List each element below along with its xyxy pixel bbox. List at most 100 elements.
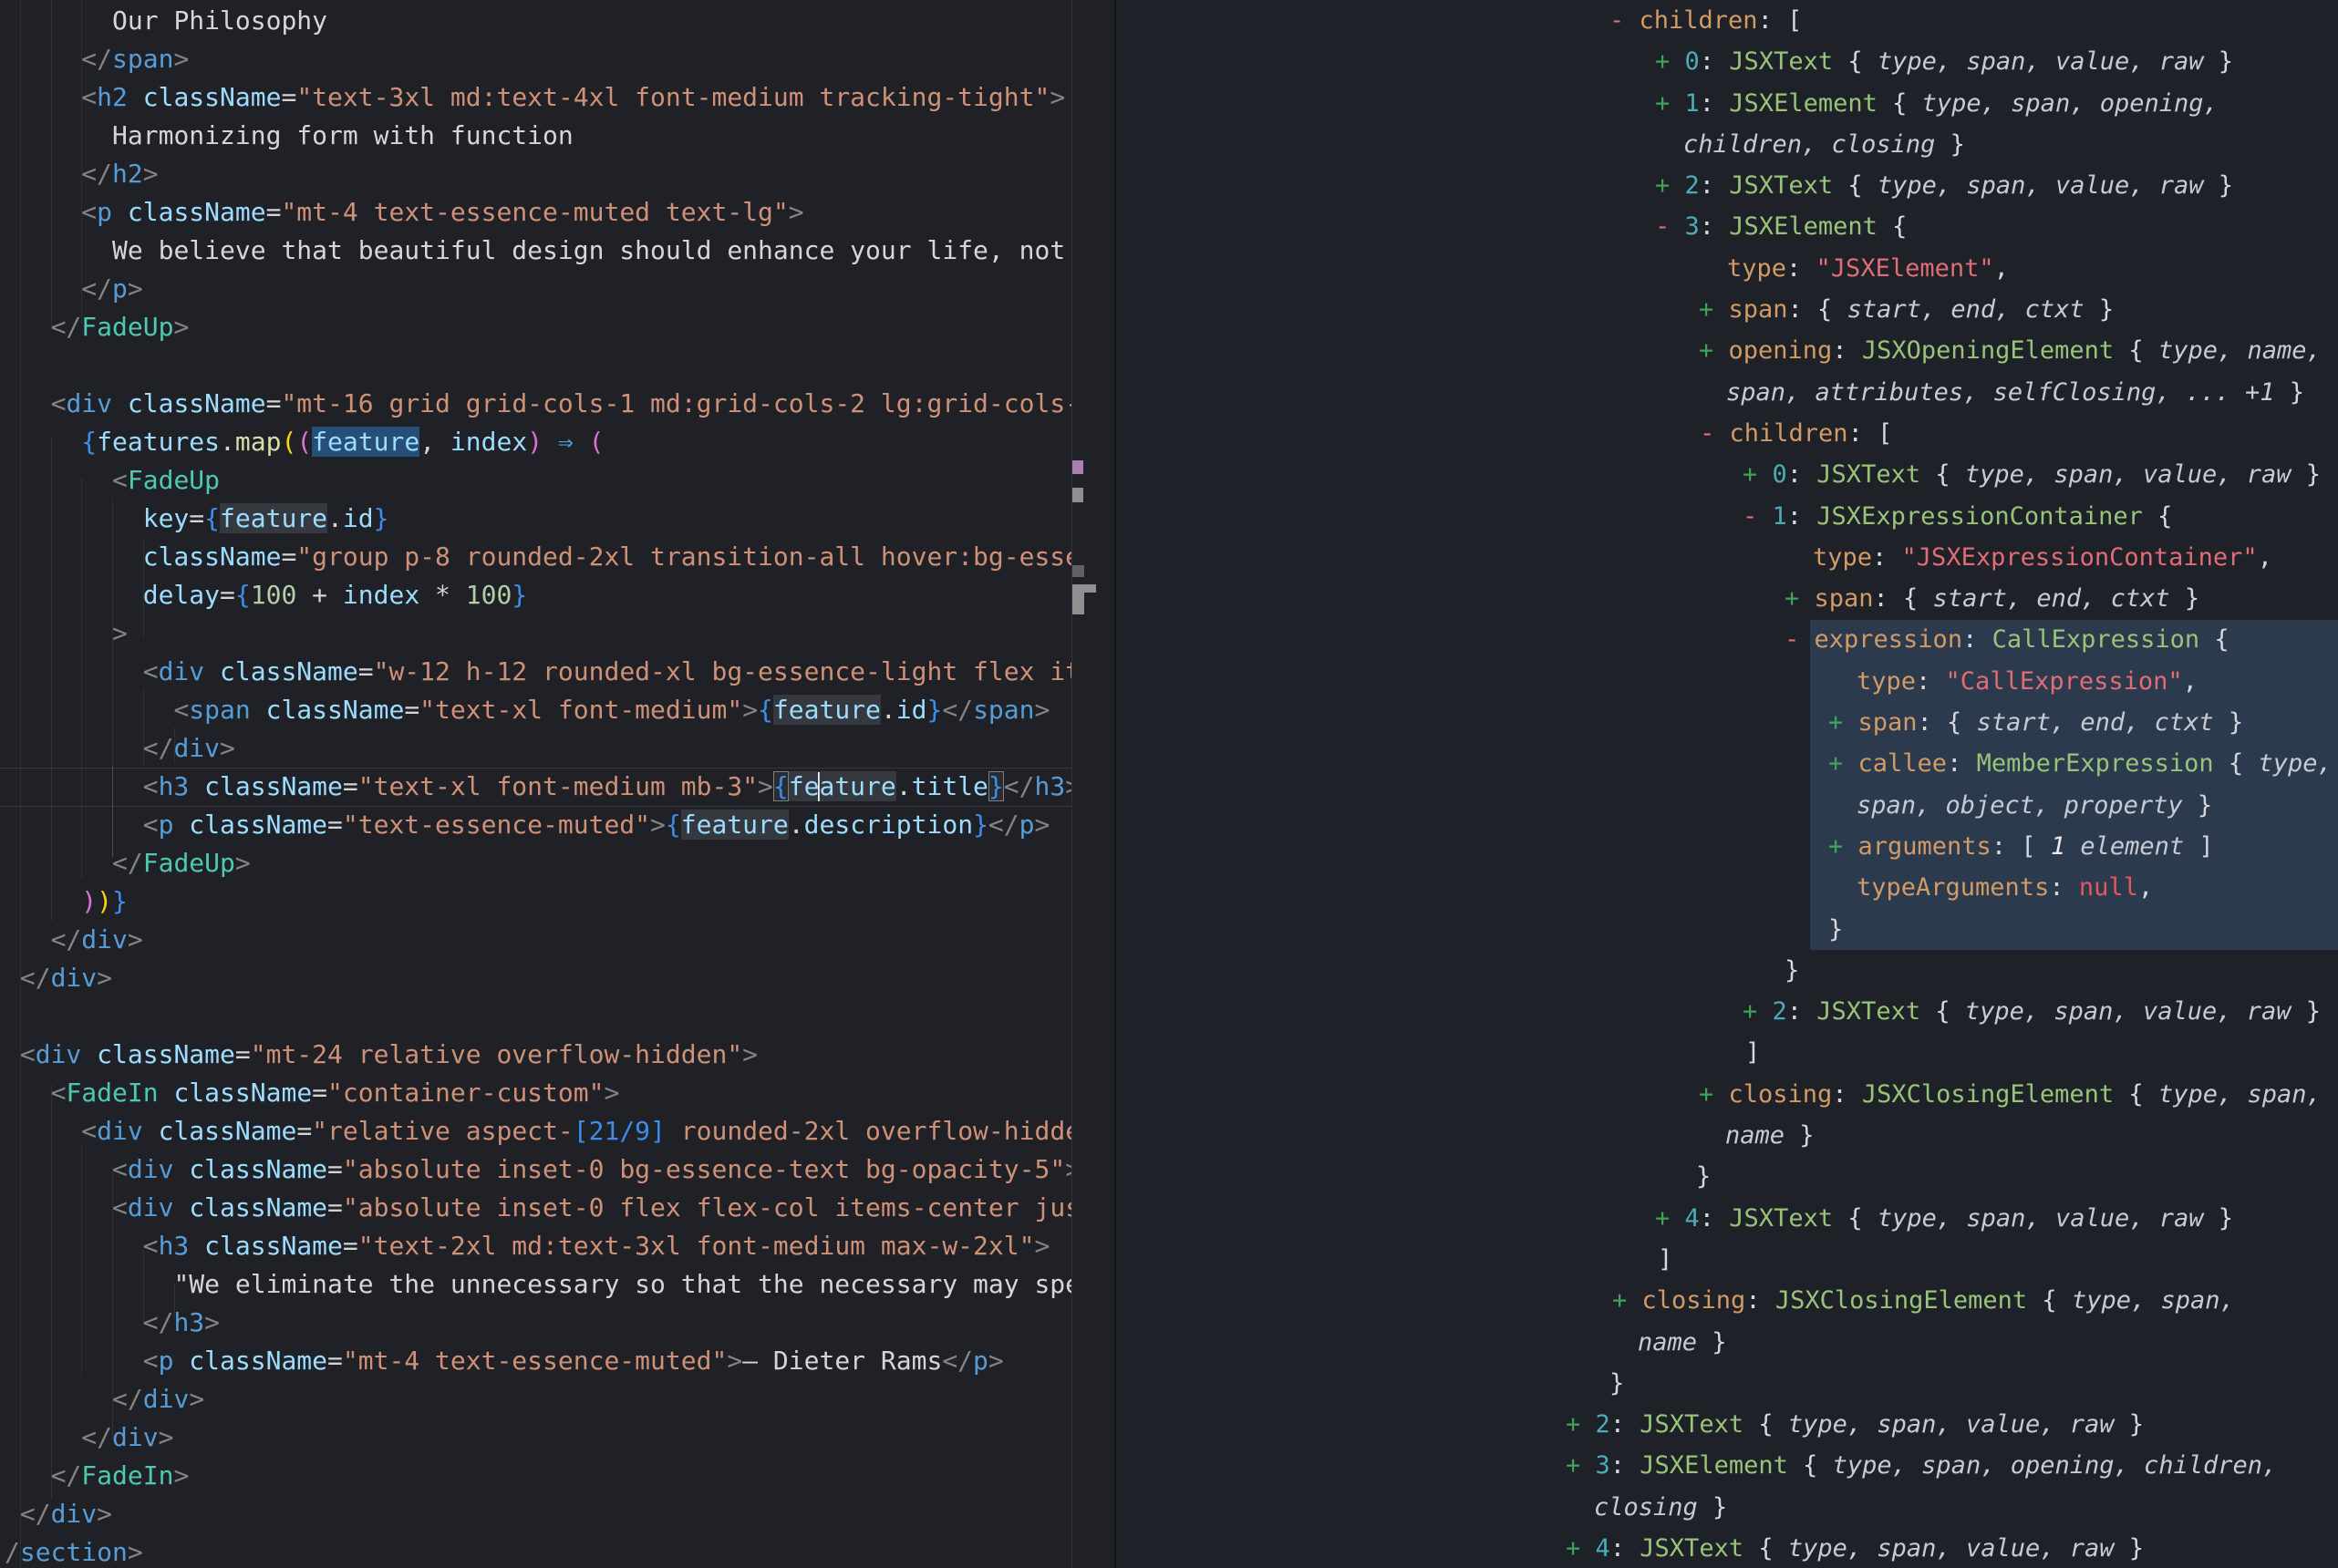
code-line[interactable]: /section>	[5, 1533, 1071, 1568]
code-line[interactable]: <span className="text-xl font-medium">{f…	[5, 691, 1071, 729]
ast-line[interactable]: }	[1116, 909, 2338, 950]
code-line[interactable]: <p className="mt-4 text-essence-muted">—…	[5, 1342, 1071, 1380]
ast-line[interactable]: ]	[1116, 1239, 2338, 1280]
expand-icon[interactable]: +	[1743, 997, 1773, 1026]
code-line[interactable]: <div className="relative aspect-[21/9] r…	[5, 1112, 1071, 1150]
code-line[interactable]: </div>	[5, 1418, 1071, 1457]
expand-icon[interactable]: +	[1655, 1204, 1685, 1233]
code-line[interactable]: <FadeUp	[5, 461, 1071, 500]
code-line[interactable]: </h2>	[5, 155, 1071, 193]
code-line[interactable]: </span>	[5, 40, 1071, 78]
code-line[interactable]: className="group p-8 rounded-2xl transit…	[5, 538, 1071, 576]
code-line[interactable]: <h3 className="text-2xl md:text-3xl font…	[5, 1227, 1071, 1265]
ast-line[interactable]: ]	[1116, 1032, 2338, 1073]
ast-line[interactable]: }	[1116, 1156, 2338, 1197]
code-line[interactable]: Harmonizing form with function	[5, 117, 1071, 155]
expand-icon[interactable]: +	[1828, 708, 1858, 737]
expand-icon[interactable]: +	[1828, 749, 1858, 778]
ast-line[interactable]: - children: [	[1116, 0, 2338, 41]
ast-line[interactable]: - 1: JSXExpressionContainer {	[1116, 496, 2338, 537]
ast-line[interactable]: name }	[1116, 1115, 2338, 1156]
ast-line[interactable]: + 0: JSXText { type, span, value, raw }	[1116, 454, 2338, 495]
code-line[interactable]: </div>	[5, 1380, 1071, 1418]
ast-line[interactable]: span, object, property }	[1116, 785, 2338, 826]
expand-icon[interactable]: +	[1612, 1286, 1642, 1315]
code-line[interactable]: <div className="absolute inset-0 flex fl…	[5, 1189, 1071, 1227]
expand-icon[interactable]: +	[1566, 1534, 1596, 1563]
code-line[interactable]: </div>	[5, 1495, 1071, 1533]
ast-line[interactable]: + 2: JSXText { type, span, value, raw }	[1116, 165, 2338, 206]
code-line[interactable]: <p className="text-essence-muted">{featu…	[5, 806, 1071, 844]
ast-line[interactable]: + 0: JSXText { type, span, value, raw }	[1116, 41, 2338, 82]
ast-line[interactable]: + callee: MemberExpression { type,	[1116, 743, 2338, 784]
ast-line[interactable]: - children: [	[1116, 413, 2338, 454]
expand-icon[interactable]: +	[1566, 1410, 1596, 1439]
code-line[interactable]: </div>	[5, 959, 1071, 997]
expand-icon[interactable]: +	[1566, 1451, 1596, 1480]
ast-line[interactable]: }	[1116, 950, 2338, 991]
ast-line[interactable]: closing }	[1116, 1487, 2338, 1528]
code-line[interactable]: </FadeUp>	[5, 844, 1071, 882]
expand-icon[interactable]: +	[1699, 336, 1729, 365]
expand-icon[interactable]: +	[1655, 171, 1685, 200]
code-line[interactable]: </div>	[5, 729, 1071, 768]
code-line[interactable]: </div>	[5, 921, 1071, 959]
code-line[interactable]: </FadeUp>	[5, 308, 1071, 346]
code-line[interactable]: ))}	[5, 882, 1071, 921]
ast-line[interactable]: span, attributes, selfClosing, ... +1 }	[1116, 372, 2338, 413]
ast-line[interactable]: + closing: JSXClosingElement { type, spa…	[1116, 1280, 2338, 1321]
ast-line[interactable]: + span: { start, end, ctxt }	[1116, 702, 2338, 743]
code-line[interactable]: "We eliminate the unnecessary so that th…	[5, 1265, 1071, 1304]
ast-line[interactable]: + 4: JSXText { type, span, value, raw }	[1116, 1198, 2338, 1239]
ast-line[interactable]: + arguments: [ 1 element ]	[1116, 826, 2338, 867]
ast-line[interactable]: - 3: JSXElement {	[1116, 206, 2338, 247]
expand-icon[interactable]: +	[1655, 89, 1685, 118]
code-line[interactable]: {features.map((feature, index) ⇒ (	[5, 423, 1071, 461]
code-line[interactable]: <div className="w-12 h-12 rounded-xl bg-…	[5, 653, 1071, 691]
collapse-icon[interactable]: -	[1655, 212, 1685, 241]
expand-icon[interactable]: +	[1828, 832, 1858, 861]
ast-line[interactable]: - expression: CallExpression {	[1116, 619, 2338, 660]
code-line[interactable]: </h3>	[5, 1304, 1071, 1342]
ast-line[interactable]: name }	[1116, 1322, 2338, 1363]
ast-line[interactable]: + span: { start, end, ctxt }	[1116, 578, 2338, 619]
ast-line[interactable]: type: "JSXElement",	[1116, 248, 2338, 289]
code-line[interactable]: <div className="mt-16 grid grid-cols-1 m…	[5, 385, 1071, 423]
expand-icon[interactable]: +	[1699, 295, 1729, 324]
collapse-icon[interactable]: -	[1700, 419, 1730, 448]
code-line[interactable]: delay={100 + index * 100}	[5, 576, 1071, 614]
code-line[interactable]: <FadeIn className="container-custom">	[5, 1074, 1071, 1112]
expand-icon[interactable]: +	[1655, 47, 1685, 76]
code-line[interactable]: We believe that beautiful design should …	[5, 232, 1071, 270]
ast-line[interactable]: + 2: JSXText { type, span, value, raw }	[1116, 991, 2338, 1032]
code-line[interactable]: </p>	[5, 270, 1071, 308]
ast-line[interactable]: + closing: JSXClosingElement { type, spa…	[1116, 1074, 2338, 1115]
expand-icon[interactable]: +	[1743, 460, 1773, 489]
ast-line[interactable]: + 4: JSXText { type, span, value, raw }	[1116, 1528, 2338, 1568]
code-line[interactable]: <h3 className="text-xl font-medium mb-3"…	[5, 768, 1071, 806]
ast-line[interactable]: }	[1116, 1363, 2338, 1404]
code-line[interactable]: Our Philosophy	[5, 2, 1071, 40]
code-line[interactable]: >	[5, 614, 1071, 653]
collapse-icon[interactable]: -	[1609, 6, 1640, 35]
ast-line[interactable]: + 1: JSXElement { type, span, opening,	[1116, 83, 2338, 124]
code-line[interactable]: <div className="absolute inset-0 bg-esse…	[5, 1150, 1071, 1189]
collapse-icon[interactable]: -	[1785, 625, 1815, 654]
ast-line[interactable]: type: "CallExpression",	[1116, 661, 2338, 702]
code-line[interactable]: </FadeIn>	[5, 1457, 1071, 1495]
code-line[interactable]: <p className="mt-4 text-essence-muted te…	[5, 193, 1071, 232]
expand-icon[interactable]: +	[1699, 1080, 1729, 1109]
ast-line[interactable]: children, closing }	[1116, 124, 2338, 165]
ast-line[interactable]: + 2: JSXText { type, span, value, raw }	[1116, 1404, 2338, 1445]
code-line[interactable]	[5, 997, 1071, 1036]
collapse-icon[interactable]: -	[1743, 502, 1773, 531]
ast-line[interactable]: + 3: JSXElement { type, span, opening, c…	[1116, 1445, 2338, 1486]
expand-icon[interactable]: +	[1785, 584, 1815, 613]
code-line[interactable]: <div className="mt-24 relative overflow-…	[5, 1036, 1071, 1074]
ast-line[interactable]: + opening: JSXOpeningElement { type, nam…	[1116, 330, 2338, 371]
code-line[interactable]: <h2 className="text-3xl md:text-4xl font…	[5, 78, 1071, 117]
ast-line[interactable]: typeArguments: null,	[1116, 867, 2338, 908]
code-line[interactable]	[5, 346, 1071, 385]
ast-line[interactable]: + span: { start, end, ctxt }	[1116, 289, 2338, 330]
ast-line[interactable]: type: "JSXExpressionContainer",	[1116, 537, 2338, 578]
